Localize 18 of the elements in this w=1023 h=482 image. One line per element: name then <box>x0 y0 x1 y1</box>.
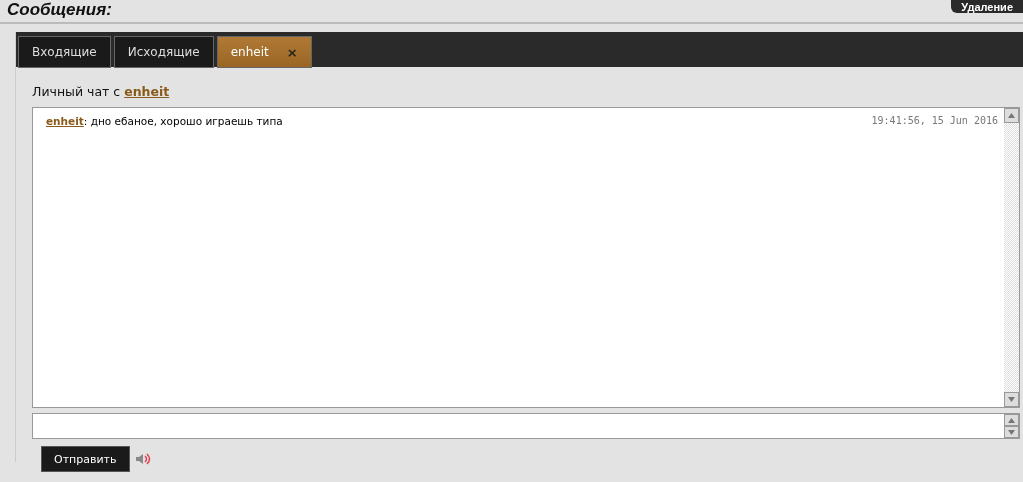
user-link[interactable]: enheit <box>46 115 84 127</box>
tab[interactable]: enheit × <box>216 36 312 68</box>
page-title: Сообщения: <box>6 0 112 20</box>
send-button[interactable]: Отправить <box>41 446 130 472</box>
scroll-down-icon[interactable] <box>1004 426 1019 438</box>
speaker-icon[interactable] <box>135 453 152 465</box>
chat-heading: Личный чат с enheit <box>32 84 171 99</box>
close-icon[interactable]: × <box>286 44 298 60</box>
scroll-down-icon[interactable] <box>1004 392 1019 407</box>
delete-button[interactable]: Удаление <box>951 0 1023 13</box>
tab[interactable]: Входящие <box>18 36 111 68</box>
message-text: enheit: дно ебаное, хорошо играешь типа <box>46 115 283 127</box>
message-input[interactable] <box>32 413 1020 439</box>
message-time: 19:41:56, 15 Jun 2016 <box>871 115 998 127</box>
scroll-up-icon[interactable] <box>1004 414 1019 426</box>
scroll-up-icon[interactable] <box>1004 108 1019 123</box>
user-link[interactable]: enheit <box>124 84 170 99</box>
tab[interactable]: Исходящие <box>113 36 214 68</box>
